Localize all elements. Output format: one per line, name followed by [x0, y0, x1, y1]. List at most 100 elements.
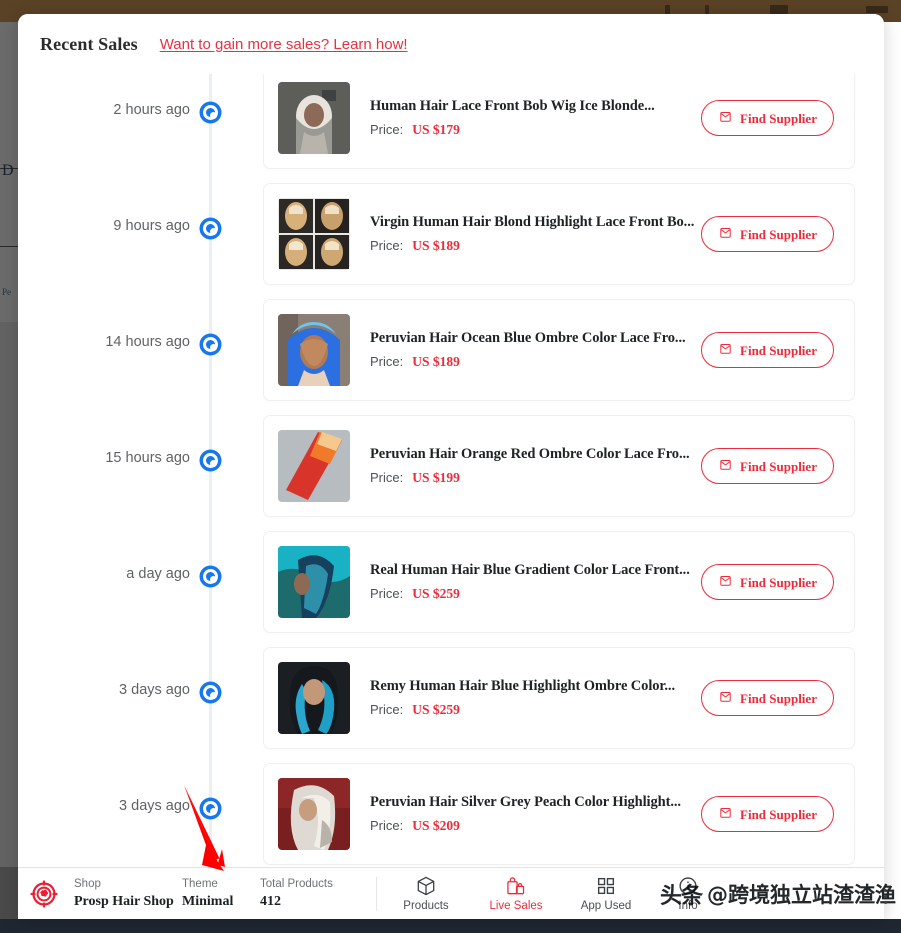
price-label: Price:	[370, 586, 404, 601]
timeline-timestamp: 3 days ago	[119, 798, 190, 814]
product-title: Real Human Hair Blue Gradient Color Lace…	[370, 562, 690, 578]
stat-total-products: Total Products 412	[260, 878, 372, 910]
nav-label-live-sales: Live Sales	[489, 900, 543, 912]
sale-card[interactable]: Human Hair Lace Front Bob Wig Ice Blonde…	[263, 67, 855, 169]
product-price-row: Price: US $259	[370, 702, 701, 718]
timeline-row: 3 days ago Remy Human Hair Blue Highligh…	[18, 642, 884, 758]
stat-theme-value: Minimal	[182, 893, 234, 909]
sale-info: Peruvian Hair Silver Grey Peach Color Hi…	[350, 794, 701, 834]
product-thumbnail[interactable]	[278, 198, 350, 270]
stat-total-products-value: 412	[260, 893, 281, 909]
nav-label-app-used: App Used	[580, 900, 632, 912]
find-supplier-button[interactable]: Find Supplier	[701, 680, 834, 716]
find-supplier-button[interactable]: Find Supplier	[701, 448, 834, 484]
background-topbar-ghost-1	[665, 5, 670, 14]
product-title: Human Hair Lace Front Bob Wig Ice Blonde…	[370, 98, 655, 114]
product-title: Remy Human Hair Blue Highlight Ombre Col…	[370, 678, 675, 694]
sale-info: Real Human Hair Blue Gradient Color Lace…	[350, 562, 701, 602]
nav-item-live-sales[interactable]: Live Sales	[485, 875, 547, 919]
timeline-dot-icon	[203, 105, 218, 120]
product-thumbnail[interactable]	[278, 662, 350, 734]
find-supplier-button[interactable]: Find Supplier	[701, 216, 834, 252]
sale-info: Remy Human Hair Blue Highlight Ombre Col…	[350, 678, 701, 718]
find-supplier-button[interactable]: Find Supplier	[701, 100, 834, 136]
nav-item-products[interactable]: Products	[395, 875, 457, 912]
screen-root: D Pe Recent Sales Want to gain more sale…	[0, 0, 901, 933]
more-options-icon[interactable]	[884, 889, 887, 904]
price-value: US $189	[412, 354, 460, 369]
sale-card[interactable]: Peruvian Hair Silver Grey Peach Color Hi…	[263, 763, 855, 865]
find-supplier-label: Find Supplier	[740, 574, 817, 590]
product-title: Peruvian Hair Ocean Blue Ombre Color Lac…	[370, 330, 686, 346]
timeline-dot-icon	[203, 337, 218, 352]
product-title: Virgin Human Hair Blond Highlight Lace F…	[370, 214, 695, 230]
price-label: Price:	[370, 354, 404, 369]
product-thumbnail[interactable]	[278, 314, 350, 386]
find-supplier-button[interactable]: Find Supplier	[701, 564, 834, 600]
watermark-overlay: 头条 @跨境独立站渣渣渔	[660, 878, 896, 910]
stat-theme: Theme Minimal	[182, 878, 260, 910]
product-price-row: Price: US $199	[370, 470, 701, 486]
cube-icon	[415, 875, 437, 897]
timeline-timestamp: 2 hours ago	[113, 102, 190, 118]
timeline-row: 2 hours ago Human Hair Lace Front Bob Wi…	[18, 62, 884, 178]
background-ghost-label-2: Pe	[2, 287, 11, 297]
package-box-icon	[718, 109, 733, 128]
timeline-timestamp: 3 days ago	[119, 682, 190, 698]
product-price-row: Price: US $179	[370, 122, 701, 138]
sale-card[interactable]: Real Human Hair Blue Gradient Color Lace…	[263, 531, 855, 633]
sale-card[interactable]: Peruvian Hair Orange Red Ombre Color Lac…	[263, 415, 855, 517]
sale-info: Peruvian Hair Ocean Blue Ombre Color Lac…	[350, 330, 701, 370]
find-supplier-label: Find Supplier	[740, 806, 817, 822]
find-supplier-label: Find Supplier	[740, 690, 817, 706]
target-crosshair-icon	[28, 878, 60, 910]
background-topbar-ghost-3	[770, 5, 788, 14]
product-thumbnail[interactable]	[278, 82, 350, 154]
sale-card[interactable]: Peruvian Hair Ocean Blue Ombre Color Lac…	[263, 299, 855, 401]
timeline-timestamp: 15 hours ago	[105, 450, 190, 466]
sale-info: Virgin Human Hair Blond Highlight Lace F…	[350, 214, 701, 254]
stat-shop: Shop Prosp Hair Shop	[74, 878, 182, 910]
package-box-icon	[718, 689, 733, 708]
recent-sales-modal: Recent Sales Want to gain more sales? Le…	[18, 14, 884, 919]
timeline-row: 9 hours ago Virgin Human Hair Blond High…	[18, 178, 884, 294]
stat-shop-value: Prosp Hair Shop	[74, 893, 174, 909]
product-price-row: Price: US $209	[370, 818, 701, 834]
sale-card[interactable]: Remy Human Hair Blue Highlight Ombre Col…	[263, 647, 855, 749]
stat-theme-label: Theme	[182, 877, 218, 890]
price-label: Price:	[370, 238, 404, 253]
bottom-bar-divider	[376, 876, 377, 911]
price-label: Price:	[370, 702, 404, 717]
background-topbar-ghost-2	[705, 5, 709, 14]
price-value: US $259	[412, 586, 460, 601]
shopping-bags-icon	[505, 875, 527, 897]
find-supplier-button[interactable]: Find Supplier	[701, 332, 834, 368]
timeline-dot-icon	[203, 453, 218, 468]
product-thumbnail[interactable]	[278, 546, 350, 618]
package-box-icon	[718, 225, 733, 244]
grid-squares-icon	[595, 875, 617, 897]
sale-card[interactable]: Virgin Human Hair Blond Highlight Lace F…	[263, 183, 855, 285]
price-value: US $189	[412, 238, 460, 253]
timeline-dot-icon	[203, 221, 218, 236]
find-supplier-label: Find Supplier	[740, 226, 817, 242]
product-title: Peruvian Hair Silver Grey Peach Color Hi…	[370, 794, 681, 810]
package-box-icon	[718, 573, 733, 592]
timeline-dot-icon	[203, 801, 218, 816]
nav-item-app-used[interactable]: App Used	[575, 875, 637, 912]
sale-info: Human Hair Lace Front Bob Wig Ice Blonde…	[350, 98, 701, 138]
product-thumbnail[interactable]	[278, 430, 350, 502]
package-box-icon	[718, 341, 733, 360]
package-box-icon	[718, 457, 733, 476]
product-thumbnail[interactable]	[278, 778, 350, 850]
timeline-scroll-area[interactable]: 2 hours ago Human Hair Lace Front Bob Wi…	[18, 62, 884, 872]
timeline-timestamp: a day ago	[126, 566, 190, 582]
timeline-row: a day ago Real Human Hair Blue Gradient …	[18, 526, 884, 642]
learn-how-link[interactable]: Want to gain more sales? Learn how!	[160, 36, 408, 53]
timeline-dot-icon	[203, 569, 218, 584]
price-label: Price:	[370, 122, 404, 137]
find-supplier-button[interactable]: Find Supplier	[701, 796, 834, 832]
timeline-timestamp: 14 hours ago	[105, 334, 190, 350]
price-label: Price:	[370, 818, 404, 833]
page-title: Recent Sales	[40, 33, 138, 54]
